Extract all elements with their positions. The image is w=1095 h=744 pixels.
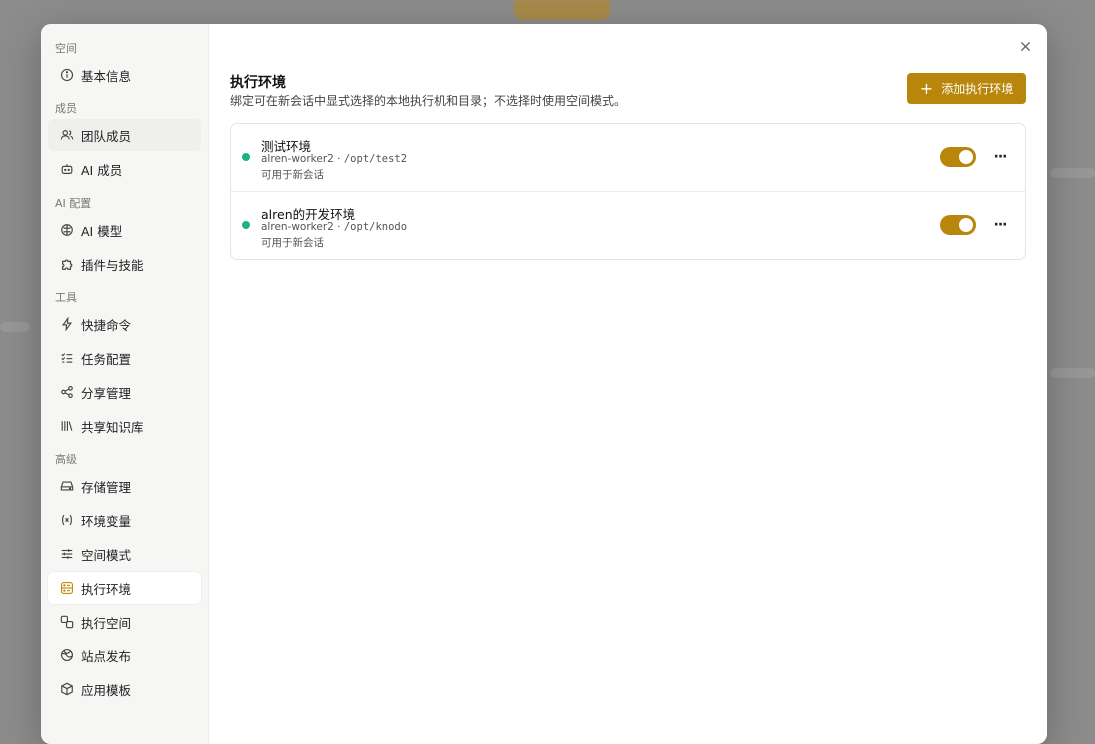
sidebar-item-ai-models[interactable]: AI 模型 bbox=[48, 214, 201, 246]
users-icon bbox=[60, 128, 74, 142]
close-icon[interactable] bbox=[1017, 38, 1033, 54]
env-path: /opt/knodo bbox=[343, 221, 408, 233]
env-path: /opt/test2 bbox=[343, 153, 408, 165]
main-panel: 执行环境 绑定可在新会话中显式选择的本地执行机和目录；不选择时使用空间模式。 +… bbox=[209, 24, 1047, 744]
library-icon bbox=[60, 419, 74, 433]
workspace-icon bbox=[60, 615, 74, 629]
sidebar-item-share-mgmt[interactable]: 分享管理 bbox=[48, 376, 201, 408]
enable-toggle[interactable] bbox=[940, 215, 976, 235]
hard-drive-icon bbox=[60, 479, 74, 493]
sidebar-item-team-members[interactable]: 团队成员 bbox=[48, 119, 201, 151]
robot-icon bbox=[60, 162, 74, 176]
sidebar-item-site-publish[interactable]: 站点发布 bbox=[48, 639, 201, 671]
status-dot bbox=[242, 221, 250, 229]
sidebar-item-label: 快捷命令 bbox=[81, 317, 132, 333]
sidebar-item-label: AI 模型 bbox=[81, 223, 123, 239]
page-title: 执行环境 bbox=[230, 75, 286, 91]
sidebar-item-storage-mgmt[interactable]: 存储管理 bbox=[48, 470, 201, 502]
page-description: 绑定可在新会话中显式选择的本地执行机和目录；不选择时使用空间模式。 bbox=[230, 94, 627, 108]
env-status: 可用于新会话 bbox=[261, 169, 324, 181]
background-button bbox=[514, 0, 610, 20]
server-icon bbox=[60, 581, 74, 595]
sidebar-item-label: 插件与技能 bbox=[81, 257, 144, 273]
sidebar-item-basic-info[interactable]: 基本信息 bbox=[48, 59, 201, 91]
group-label-advanced: 高级 bbox=[55, 453, 77, 466]
variable-icon bbox=[60, 513, 74, 527]
env-separator: · bbox=[333, 153, 344, 165]
background-text bbox=[0, 322, 30, 332]
plus-icon: + bbox=[919, 78, 934, 98]
list-item[interactable]: alren的开发环境 alren-worker2 · /opt/knodo 可用… bbox=[231, 191, 1025, 259]
sidebar-item-exec-space[interactable]: 执行空间 bbox=[48, 606, 201, 638]
status-dot bbox=[242, 153, 250, 161]
sidebar-item-exec-env[interactable]: 执行环境 bbox=[48, 572, 201, 604]
sidebar-item-label: 应用模板 bbox=[81, 682, 132, 698]
more-options-icon[interactable]: ··· bbox=[991, 216, 1009, 234]
settings-modal: 空间 基本信息 成员 团队成员 AI 成员 AI 配置 AI 模型 插件与技能 … bbox=[41, 24, 1047, 744]
package-icon bbox=[60, 682, 74, 696]
group-label-ai: AI 配置 bbox=[55, 197, 92, 210]
sidebar-item-app-templates[interactable]: 应用模板 bbox=[48, 673, 201, 705]
env-status: 可用于新会话 bbox=[261, 237, 324, 249]
env-separator: · bbox=[333, 221, 344, 233]
sidebar-item-label: 分享管理 bbox=[81, 385, 132, 401]
sidebar-item-task-config[interactable]: 任务配置 bbox=[48, 342, 201, 374]
sidebar-item-env-vars[interactable]: 环境变量 bbox=[48, 504, 201, 536]
puzzle-icon bbox=[60, 257, 74, 271]
sidebar-item-label: 执行空间 bbox=[81, 615, 132, 631]
checklist-icon bbox=[60, 351, 74, 365]
sidebar-item-label: 环境变量 bbox=[81, 513, 132, 529]
sidebar-item-label: 存储管理 bbox=[81, 479, 132, 495]
group-label-tools: 工具 bbox=[55, 291, 77, 304]
sidebar-item-shortcuts[interactable]: 快捷命令 bbox=[48, 308, 201, 340]
lightning-icon bbox=[60, 317, 74, 331]
sidebar-item-space-mode[interactable]: 空间模式 bbox=[48, 538, 201, 570]
brain-icon bbox=[60, 223, 74, 237]
sidebar-item-ai-members[interactable]: AI 成员 bbox=[48, 153, 201, 185]
sidebar-item-label: 任务配置 bbox=[81, 351, 132, 367]
sidebar-item-label: AI 成员 bbox=[81, 162, 123, 178]
list-item[interactable]: 测试环境 alren-worker2 · /opt/test2 可用于新会话 ·… bbox=[231, 124, 1025, 191]
group-label-space: 空间 bbox=[55, 42, 77, 55]
sliders-icon bbox=[60, 547, 74, 561]
globe-icon bbox=[60, 648, 74, 662]
toggle-knob bbox=[959, 150, 973, 164]
add-exec-env-button[interactable]: + 添加执行环境 bbox=[907, 73, 1026, 104]
sidebar-item-label: 站点发布 bbox=[81, 648, 132, 664]
env-worker: alren-worker2 bbox=[261, 221, 334, 233]
enable-toggle[interactable] bbox=[940, 147, 976, 167]
add-button-label: 添加执行环境 bbox=[941, 82, 1014, 96]
sidebar-item-plugins-skills[interactable]: 插件与技能 bbox=[48, 248, 201, 280]
sidebar-item-label: 空间模式 bbox=[81, 547, 132, 563]
env-worker: alren-worker2 bbox=[261, 153, 334, 165]
settings-sidebar: 空间 基本信息 成员 团队成员 AI 成员 AI 配置 AI 模型 插件与技能 … bbox=[41, 24, 209, 744]
sidebar-item-label: 执行环境 bbox=[81, 581, 132, 597]
info-icon bbox=[60, 68, 74, 82]
share-icon bbox=[60, 385, 74, 399]
env-meta: alren-worker2 · /opt/knodo bbox=[261, 221, 407, 233]
more-options-icon[interactable]: ··· bbox=[991, 148, 1009, 166]
toggle-knob bbox=[959, 218, 973, 232]
sidebar-item-label: 基本信息 bbox=[81, 68, 132, 84]
sidebar-item-label: 团队成员 bbox=[81, 128, 132, 144]
sidebar-item-label: 共享知识库 bbox=[81, 419, 144, 435]
group-label-members: 成员 bbox=[55, 102, 77, 115]
background-text bbox=[1050, 168, 1095, 178]
sidebar-item-shared-kb[interactable]: 共享知识库 bbox=[48, 410, 201, 442]
env-meta: alren-worker2 · /opt/test2 bbox=[261, 153, 407, 165]
environment-list: 测试环境 alren-worker2 · /opt/test2 可用于新会话 ·… bbox=[230, 123, 1026, 260]
background-text bbox=[1050, 368, 1095, 378]
